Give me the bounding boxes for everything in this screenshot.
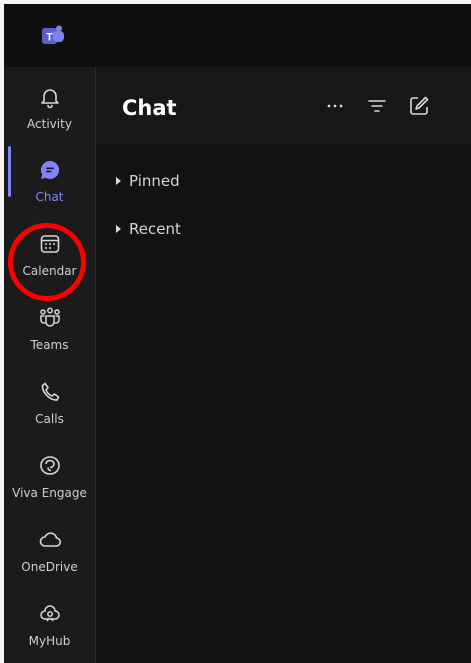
more-options-icon[interactable] — [324, 95, 346, 117]
sidebar-item-label: MyHub — [28, 634, 71, 648]
chat-pane: Chat Pinned Recent — [96, 67, 471, 663]
filter-icon[interactable] — [366, 95, 388, 117]
sidebar-item-viva-engage[interactable]: Viva Engage — [4, 446, 95, 508]
sidebar-item-activity[interactable]: Activity — [4, 77, 95, 139]
title-bar: T — [4, 4, 471, 67]
phone-icon — [38, 380, 62, 404]
section-label: Recent — [129, 220, 181, 238]
sidebar-item-calls[interactable]: Calls — [4, 372, 95, 434]
sidebar-item-chat[interactable]: Chat — [4, 150, 95, 212]
app-bar: Activity Chat Calendar Teams Calls Viva … — [4, 67, 96, 663]
myhub-icon — [38, 602, 62, 626]
caret-right-icon — [116, 225, 121, 233]
svg-text:T: T — [46, 32, 53, 44]
section-label: Pinned — [129, 172, 180, 190]
sidebar-item-label: Chat — [35, 190, 64, 204]
sidebar-item-label: OneDrive — [21, 560, 78, 574]
teams-logo-icon: T — [41, 24, 65, 48]
bell-icon — [38, 85, 62, 109]
sidebar-item-label: Calls — [35, 412, 64, 426]
sidebar-item-myhub[interactable]: MyHub — [4, 594, 95, 656]
cloud-icon — [38, 528, 62, 552]
chat-icon — [38, 158, 62, 182]
sidebar-item-label: Viva Engage — [12, 486, 87, 500]
sidebar-item-onedrive[interactable]: OneDrive — [4, 520, 95, 582]
sidebar-item-label: Teams — [30, 338, 69, 352]
caret-right-icon — [116, 177, 121, 185]
teams-icon — [38, 306, 62, 330]
viva-engage-icon — [38, 454, 62, 478]
chat-header: Chat — [96, 67, 471, 145]
sidebar-item-teams[interactable]: Teams — [4, 298, 95, 360]
new-chat-icon[interactable] — [408, 95, 430, 117]
page-title: Chat — [122, 96, 177, 120]
sidebar-item-label: Activity — [27, 117, 72, 131]
sidebar-item-label: Calendar — [22, 264, 77, 278]
teams-window: T Activity Chat Calendar Teams Calls Viv… — [4, 4, 471, 663]
calendar-icon — [38, 232, 62, 256]
sidebar-item-calendar[interactable]: Calendar — [4, 224, 95, 286]
